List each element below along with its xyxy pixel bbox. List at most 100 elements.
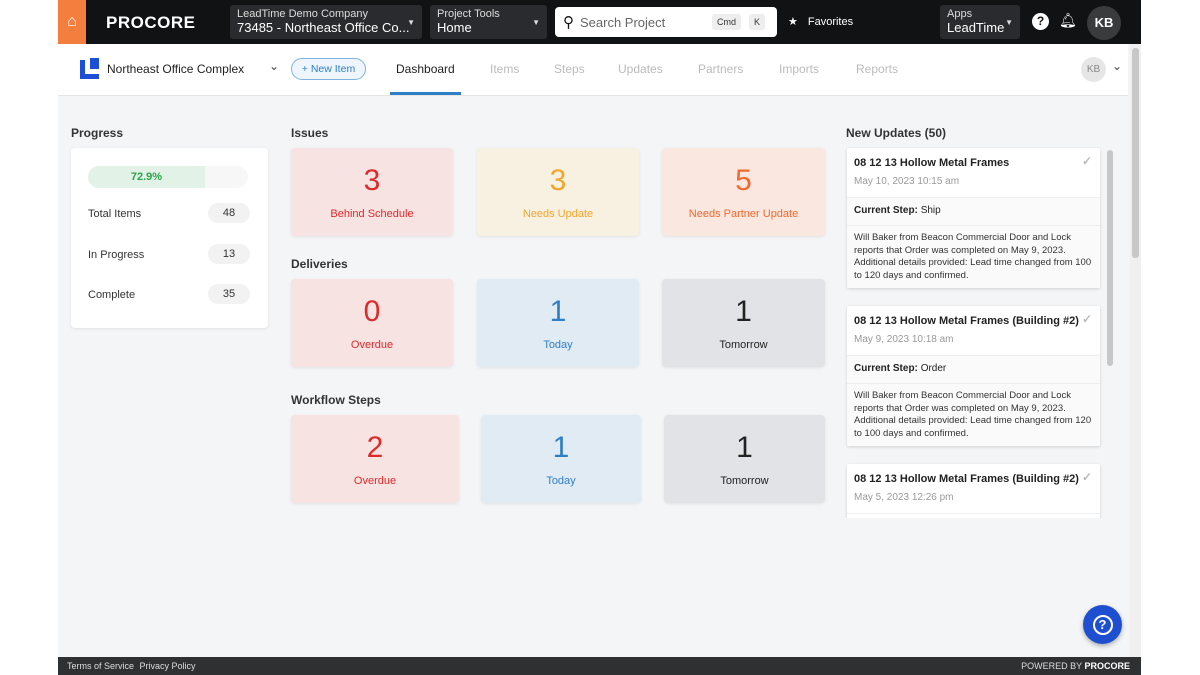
card-label: Today xyxy=(546,475,576,487)
search-placeholder: Search Project xyxy=(580,14,666,30)
stat-value: 13 xyxy=(208,244,250,264)
update-title: 08 12 13 Hollow Metal Frames xyxy=(854,157,1010,169)
card-label: Behind Schedule xyxy=(330,208,414,220)
card-label: Overdue xyxy=(353,475,397,487)
favorites-button[interactable]: ★ Favorites xyxy=(788,15,853,28)
bell-icon[interactable]: 🔔︎ xyxy=(1059,12,1077,29)
stat-label: Total Items xyxy=(88,208,142,220)
update-title: 08 12 13 Hollow Metal Frames (Building #… xyxy=(854,315,1079,327)
tools-selector[interactable]: Project Tools Home ▼ xyxy=(430,5,547,39)
update-date: May 9, 2023 10:18 am xyxy=(854,334,954,345)
stat-label: Complete xyxy=(88,289,136,301)
card-value: 2 xyxy=(366,431,384,464)
stat-label: In Progress xyxy=(88,249,145,261)
help-button[interactable]: ? xyxy=(1083,605,1122,644)
star-icon: ★ xyxy=(788,16,798,28)
needs-update-card[interactable]: 3 Needs Update xyxy=(477,148,639,236)
kbd-cmd: Cmd xyxy=(711,14,741,30)
sub-navigation: Northeast Office Complex ⌄ + New Item Da… xyxy=(58,44,1128,96)
check-circle-icon[interactable]: ✓ xyxy=(1082,470,1092,484)
workflow-title: Workflow Steps xyxy=(291,393,381,407)
chevron-down-icon[interactable]: ⌄ xyxy=(1112,59,1122,73)
tab-imports[interactable]: Imports xyxy=(779,62,819,76)
apps-label: Apps xyxy=(947,8,973,20)
home-icon: ⌂ xyxy=(67,13,77,30)
search-input[interactable]: ⚲ Search Project Cmd K xyxy=(555,7,777,37)
card-label: Tomorrow xyxy=(719,339,768,351)
help-icon[interactable]: ? xyxy=(1032,13,1049,30)
app-frame: ⌂ PROCORE LeadTime Demo Company 73485 - … xyxy=(58,0,1141,675)
progress-bar: 72.9% xyxy=(88,166,248,188)
update-item[interactable]: 08 12 13 Hollow Metal Frames May 10, 2023… xyxy=(847,148,1100,288)
workflow-overdue-card[interactable]: 2 Overdue xyxy=(291,415,459,503)
card-label: Today xyxy=(543,339,573,351)
privacy-link[interactable]: Privacy Policy xyxy=(140,661,196,671)
update-item[interactable]: 08 12 13 Hollow Metal Frames (Building #… xyxy=(847,464,1100,518)
stat-complete: Complete 35 xyxy=(88,284,250,304)
behind-schedule-card[interactable]: 3 Behind Schedule xyxy=(291,148,453,236)
home-button[interactable]: ⌂ xyxy=(58,0,86,44)
kbd-k: K xyxy=(748,14,765,30)
tab-updates[interactable]: Updates xyxy=(618,62,663,76)
active-tab-indicator xyxy=(390,92,461,95)
footer: Terms of Service Privacy Policy POWERED … xyxy=(58,657,1141,675)
stat-total-items: Total Items 48 xyxy=(88,203,250,223)
page-scrollbar-thumb[interactable] xyxy=(1132,48,1139,258)
progress-percent: 72.9% xyxy=(130,171,163,183)
workflow-tomorrow-card[interactable]: 1 Tomorrow xyxy=(664,415,825,503)
card-value: 1 xyxy=(552,431,570,464)
avatar[interactable]: KB xyxy=(1087,6,1121,40)
tab-dashboard[interactable]: Dashboard xyxy=(396,62,455,76)
deliveries-tomorrow-card[interactable]: 1 Tomorrow xyxy=(662,279,825,367)
card-value: 0 xyxy=(363,295,381,328)
deliveries-title: Deliveries xyxy=(291,257,348,271)
user-avatar[interactable]: KB xyxy=(1081,57,1106,82)
check-circle-icon[interactable]: ✓ xyxy=(1082,312,1092,326)
tab-steps[interactable]: Steps xyxy=(554,62,585,76)
company-label: LeadTime Demo Company xyxy=(237,8,369,20)
card-value: 1 xyxy=(736,431,753,464)
terms-link[interactable]: Terms of Service xyxy=(67,661,134,671)
leadtime-logo-icon xyxy=(80,58,99,79)
check-circle-icon[interactable]: ✓ xyxy=(1082,154,1092,168)
chevron-down-icon[interactable]: ⌄ xyxy=(269,59,279,73)
tab-items[interactable]: Items xyxy=(490,62,519,76)
procore-logo: PROCORE xyxy=(106,13,196,32)
step-label: Current Step: xyxy=(854,363,918,374)
needs-partner-update-card[interactable]: 5 Needs Partner Update xyxy=(662,148,825,236)
page-scrollbar-track[interactable] xyxy=(1130,44,1141,657)
search-icon: ⚲ xyxy=(563,14,574,31)
deliveries-today-card[interactable]: 1 Today xyxy=(477,279,639,367)
card-value: 3 xyxy=(549,164,567,197)
powered-by-label: POWERED BY xyxy=(1021,661,1082,671)
update-body: Will Baker from Beacon Commercial Door a… xyxy=(847,384,1100,446)
stat-value: 48 xyxy=(208,203,250,223)
tools-value: Home xyxy=(437,20,472,35)
deliveries-overdue-card[interactable]: 0 Overdue xyxy=(291,279,453,367)
caret-down-icon: ▼ xyxy=(532,18,540,27)
workflow-today-card[interactable]: 1 Today xyxy=(481,415,641,503)
stat-in-progress: In Progress 13 xyxy=(88,244,250,264)
top-bar: ⌂ PROCORE LeadTime Demo Company 73485 - … xyxy=(58,0,1141,44)
update-title: 08 12 13 Hollow Metal Frames (Building #… xyxy=(854,473,1079,485)
stat-value: 35 xyxy=(208,284,250,304)
card-value: 1 xyxy=(735,295,752,328)
card-value: 1 xyxy=(549,295,567,328)
updates-list[interactable]: 08 12 13 Hollow Metal Frames May 10, 2023… xyxy=(845,146,1115,518)
new-item-button[interactable]: + New Item xyxy=(291,58,366,80)
tab-partners[interactable]: Partners xyxy=(698,62,743,76)
caret-down-icon: ▼ xyxy=(407,18,415,27)
caret-down-icon: ▼ xyxy=(1005,18,1013,27)
update-date: May 10, 2023 10:15 am xyxy=(854,176,960,187)
updates-title: New Updates (50) xyxy=(846,126,947,140)
updates-scrollbar[interactable] xyxy=(1107,150,1113,366)
project-name: 73485 - Northeast Office Co... xyxy=(237,20,410,35)
card-value: 3 xyxy=(363,164,381,197)
update-item[interactable]: 08 12 13 Hollow Metal Frames (Building #… xyxy=(847,306,1100,446)
apps-selector[interactable]: Apps LeadTime ▼ xyxy=(940,5,1020,39)
project-selector[interactable]: LeadTime Demo Company 73485 - Northeast … xyxy=(230,5,422,39)
tab-reports[interactable]: Reports xyxy=(856,62,898,76)
step-label: Current Step: xyxy=(854,205,918,216)
update-body: Will Baker from Beacon Commercial Door a… xyxy=(847,226,1100,288)
favorites-label: Favorites xyxy=(807,16,854,28)
